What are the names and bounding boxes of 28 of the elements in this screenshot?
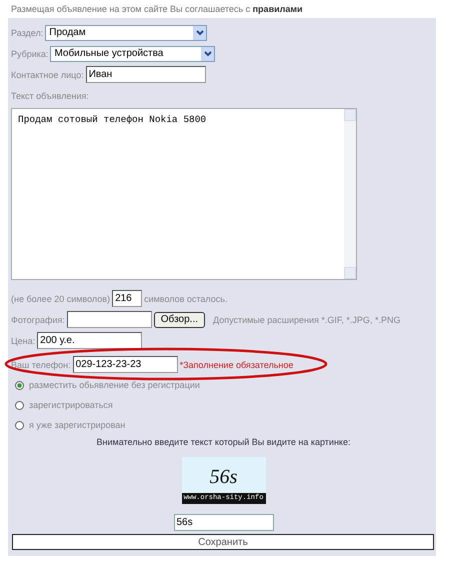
browse-button[interactable]: Обзор...: [154, 312, 205, 328]
notice-text: Размещая объявление на этом сайте Вы соглашаетесь с правилами: [10, 3, 304, 16]
field-label: Фотография:: [11, 314, 65, 324]
radio-button[interactable]: [15, 380, 24, 390]
text-area[interactable]: Продам сотовый телефон Nokia 5800: [11, 108, 357, 280]
field-label: Цена:: [11, 336, 36, 346]
captcha-code: 56s: [210, 465, 238, 490]
field-label: Контактное лицо:: [11, 70, 84, 80]
save-button[interactable]: Сохранить: [12, 534, 434, 550]
field-label: Текст объявления:: [11, 90, 89, 100]
field-label: Раздел:: [11, 28, 44, 38]
field-label: символов осталось.: [144, 294, 228, 304]
radio-button[interactable]: [15, 420, 24, 430]
required-note: *Заполнение обязательное: [180, 360, 294, 370]
input-field[interactable]: [66, 311, 152, 328]
input-field[interactable]: Иван: [86, 66, 206, 83]
field-label: Рубрика:: [11, 48, 48, 58]
dropdown[interactable]: Продам: [45, 24, 208, 40]
radio-button[interactable]: [15, 400, 24, 410]
input-field[interactable]: 56s: [174, 514, 274, 531]
captcha-prompt: Внимательно введите текст который Вы видите на картинке:: [96, 436, 352, 449]
hint-text: Допустимые расширения *.GIF, *.JPG, *.PNG: [213, 314, 400, 324]
input-field[interactable]: 200 у.е.: [37, 332, 142, 349]
dropdown[interactable]: Мобильные устройства: [50, 46, 216, 62]
input-field[interactable]: 216: [112, 290, 142, 307]
input-field[interactable]: 029-123-23-23: [72, 356, 178, 373]
scrollbar[interactable]: [344, 109, 356, 279]
field-label: (не более 20 символов): [11, 294, 110, 304]
